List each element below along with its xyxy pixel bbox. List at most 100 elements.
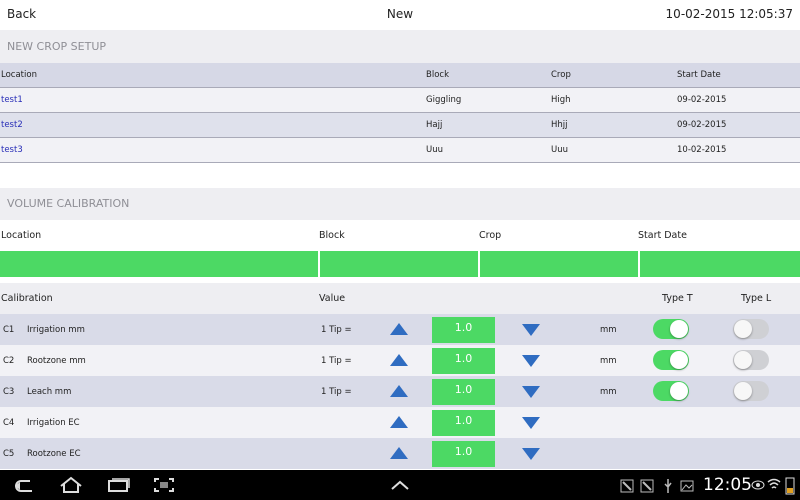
type-l-toggle[interactable] [733, 381, 769, 401]
calibration-name: Irrigation mm [27, 325, 85, 335]
calibration-name: Leach mm [27, 387, 72, 397]
increment-arrow-icon[interactable] [390, 416, 408, 428]
toggle-knob [734, 382, 752, 400]
system-navigation-bar: 12:05 [0, 470, 800, 500]
tip-label: 1 Tip = [321, 325, 352, 335]
toggle-knob [670, 351, 688, 369]
decrement-arrow-icon[interactable] [522, 448, 540, 460]
back-nav-icon[interactable] [12, 478, 36, 494]
eye-icon [751, 480, 765, 490]
block-cell: Hajj [426, 120, 443, 130]
decrement-arrow-icon[interactable] [522, 417, 540, 429]
type-t-toggle[interactable] [653, 381, 689, 401]
calibration-name: Irrigation EC [27, 418, 80, 428]
table-row[interactable]: test1 Giggling High 09-02-2015 [0, 88, 800, 113]
location-link[interactable]: test2 [1, 113, 23, 137]
recent-apps-icon[interactable] [106, 477, 130, 493]
toggle-knob [670, 320, 688, 338]
volume-table-header: Location Block Crop Start Date [0, 220, 800, 251]
calibration-name: Rootzone EC [27, 449, 81, 459]
calibration-row: C2 Rootzone mm 1 Tip = 1.0 mm [0, 345, 800, 376]
usb-icon [664, 479, 672, 493]
column-header-start-date: Start Date [638, 230, 687, 241]
calibration-value[interactable]: 1.0 [432, 410, 495, 436]
crop-table-spacer [0, 164, 800, 188]
calibration-value[interactable]: 1.0 [432, 441, 495, 467]
column-header-calibration: Calibration [1, 293, 53, 304]
increment-arrow-icon[interactable] [390, 354, 408, 366]
battery-icon [785, 477, 795, 495]
toggle-knob [670, 382, 688, 400]
home-nav-icon[interactable] [58, 476, 84, 494]
column-header-block: Block [319, 230, 345, 241]
crop-cell: Hhjj [551, 120, 568, 130]
selected-start-date-cell [640, 251, 800, 277]
screenshot-icon[interactable] [153, 477, 175, 493]
column-header-type-l: Type L [741, 293, 772, 304]
column-header-crop: Crop [479, 230, 502, 241]
column-header-crop: Crop [551, 70, 571, 80]
crop-cell: Uuu [551, 145, 568, 155]
column-header-location: Location [1, 70, 37, 80]
image-icon [680, 480, 694, 492]
tip-label: 1 Tip = [321, 387, 352, 397]
status-clock: 12:05 [703, 475, 752, 495]
top-bar: Back New 10-02-2015 12:05:37 [0, 0, 800, 30]
block-cell: Giggling [426, 95, 462, 105]
calibration-row: C5 Rootzone EC 1.0 [0, 438, 800, 469]
calibration-row: C1 Irrigation mm 1 Tip = 1.0 mm [0, 314, 800, 345]
toggle-knob [734, 320, 752, 338]
calibration-code: C5 [3, 449, 15, 459]
selected-crop-cell [480, 251, 640, 277]
column-header-location: Location [1, 230, 42, 241]
calibration-row: C3 Leach mm 1 Tip = 1.0 mm [0, 376, 800, 407]
calibration-value[interactable]: 1.0 [432, 379, 495, 405]
location-link[interactable]: test1 [1, 88, 23, 112]
calibration-value[interactable]: 1.0 [432, 317, 495, 343]
calibration-table-header: Calibration Value Type T Type L [0, 283, 800, 314]
start-date-cell: 10-02-2015 [677, 145, 727, 155]
calibration-name: Rootzone mm [27, 356, 86, 366]
decrement-arrow-icon[interactable] [522, 324, 540, 336]
crop-setup-table: Location Block Crop Start Date test1 Gig… [0, 63, 800, 163]
toggle-knob [734, 351, 752, 369]
start-date-cell: 09-02-2015 [677, 95, 727, 105]
column-header-type-t: Type T [662, 293, 693, 304]
block-cell: Uuu [426, 145, 443, 155]
chevron-up-icon[interactable] [390, 479, 410, 491]
decrement-arrow-icon[interactable] [522, 355, 540, 367]
type-t-toggle[interactable] [653, 350, 689, 370]
type-t-toggle[interactable] [653, 319, 689, 339]
table-row[interactable]: test2 Hajj Hhjj 09-02-2015 [0, 113, 800, 138]
table-row[interactable]: test3 Uuu Uuu 10-02-2015 [0, 138, 800, 163]
datetime-label: 10-02-2015 12:05:37 [665, 7, 793, 21]
increment-arrow-icon[interactable] [390, 323, 408, 335]
calibration-code: C4 [3, 418, 15, 428]
crop-cell: High [551, 95, 571, 105]
notification-icon [620, 479, 634, 493]
crop-setup-section-title: NEW CROP SETUP [0, 30, 800, 63]
volume-calibration-section-title: VOLUME CALIBRATION [0, 188, 800, 220]
calibration-value[interactable]: 1.0 [432, 348, 495, 374]
decrement-arrow-icon[interactable] [522, 386, 540, 398]
increment-arrow-icon[interactable] [390, 447, 408, 459]
calibration-code: C2 [3, 356, 15, 366]
increment-arrow-icon[interactable] [390, 385, 408, 397]
location-link[interactable]: test3 [1, 138, 23, 162]
type-l-toggle[interactable] [733, 319, 769, 339]
column-header-start-date: Start Date [677, 70, 721, 80]
selected-crop-row[interactable] [0, 251, 800, 277]
wifi-icon [767, 478, 781, 489]
crop-table-header: Location Block Crop Start Date [0, 63, 800, 88]
calibration-row: C4 Irrigation EC 1.0 [0, 407, 800, 438]
unit-label: mm [600, 325, 617, 335]
start-date-cell: 09-02-2015 [677, 120, 727, 130]
type-l-toggle[interactable] [733, 350, 769, 370]
selected-block-cell [320, 251, 480, 277]
calibration-code: C3 [3, 387, 15, 397]
calibration-code: C1 [3, 325, 15, 335]
unit-label: mm [600, 356, 617, 366]
unit-label: mm [600, 387, 617, 397]
column-header-block: Block [426, 70, 449, 80]
selected-location-cell [0, 251, 320, 277]
